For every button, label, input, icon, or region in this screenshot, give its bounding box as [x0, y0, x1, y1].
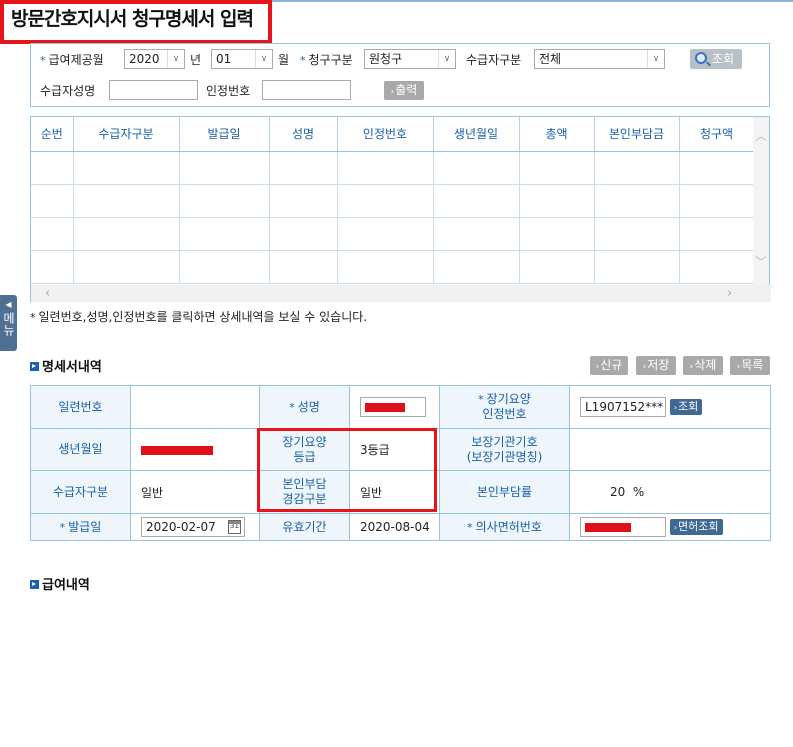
detail-row: 생년월일 장기요양 등급 3등급 보장기관기호 (보장기관명칭)	[30, 428, 771, 471]
cert-no-label: 인정번호	[206, 84, 251, 98]
detail-table: 일련번호 * 성명 * 장기요양 인정번호 L1907152*** ›조회 생년월일 …	[30, 385, 771, 541]
table-row[interactable]	[31, 184, 755, 218]
column-header[interactable]: 청구액	[679, 117, 755, 152]
month-unit: 월	[278, 53, 290, 67]
institution-value	[569, 428, 771, 471]
recipient-type-value: 일반	[130, 470, 260, 514]
detail-row: 일련번호 * 성명 * 장기요양 인정번호 L1907152*** ›조회	[30, 385, 771, 429]
doctor-license-input[interactable]	[580, 517, 666, 537]
doctor-license-label: * 의사면허번호	[439, 513, 570, 541]
search-button[interactable]: 조회	[690, 49, 742, 69]
redacted-birth	[141, 445, 213, 455]
table-row[interactable]	[31, 151, 755, 185]
detail-row: 수급자구분 일반 본인부담 경감구분 일반 본인부담률 20 %	[30, 470, 771, 514]
table-row[interactable]	[31, 217, 755, 251]
column-header[interactable]: 발급일	[179, 117, 270, 152]
reduction-value: 일반	[349, 470, 440, 514]
year-month-label: * 급여제공월	[40, 53, 104, 67]
search-icon	[695, 52, 707, 64]
column-header[interactable]: 생년월일	[433, 117, 520, 152]
vertical-scrollbar[interactable]: ︿ ﹀	[753, 117, 769, 285]
delete-button[interactable]: ›삭제	[683, 356, 723, 375]
year-unit: 년	[190, 53, 202, 67]
grid-help-note: * 일련번호,성명,인정번호를 클릭하면 상세내역을 보실 수 있습니다.	[30, 310, 368, 324]
column-header[interactable]: 본인부담금	[594, 117, 680, 152]
grade-value: 3등급	[349, 428, 440, 471]
side-menu-tab[interactable]: ◀ 메뉴	[0, 295, 17, 351]
chevron-down-icon: ∨	[647, 50, 664, 68]
institution-label: 보장기관기호 (보장기관명칭)	[439, 428, 570, 471]
chevron-down-icon: ∨	[255, 50, 272, 68]
cert-no-input[interactable]	[262, 80, 351, 100]
chevron-left-icon: ◀	[5, 300, 12, 309]
copay-rate-label: 본인부담률	[439, 470, 570, 514]
validity-label: 유효기간	[259, 513, 350, 541]
recipient-type-label: 수급자구분	[466, 53, 522, 67]
result-grid: 순번 수급자구분 발급일 성명 인정번호 생년월일 총액 본인부담금 청구액 ︿…	[30, 116, 771, 302]
column-header[interactable]: 성명	[269, 117, 338, 152]
ltc-cert-search-button[interactable]: ›조회	[669, 399, 703, 415]
column-header[interactable]: 총액	[519, 117, 595, 152]
issue-date-input[interactable]: 2020-02-07 31	[141, 517, 245, 537]
column-header[interactable]: 인정번호	[337, 117, 434, 152]
claim-type-label: * 청구구분	[300, 53, 353, 67]
recipient-type-label: 수급자구분	[30, 470, 131, 514]
copay-rate-value: 20 %	[569, 470, 771, 514]
name-field[interactable]	[349, 385, 440, 429]
list-button[interactable]: ›목록	[730, 356, 770, 375]
chevron-right-icon[interactable]: ›	[727, 285, 732, 302]
recipient-type-select[interactable]: 전체 ∨	[534, 49, 665, 69]
birth-value	[130, 428, 260, 471]
grade-label: 장기요양 등급	[259, 428, 350, 471]
side-menu-label: 메뉴	[1, 312, 16, 336]
table-row[interactable]	[31, 250, 755, 284]
calendar-icon[interactable]: 31	[228, 520, 241, 534]
page-title: 방문간호지시서 청구명세서 입력	[11, 8, 254, 30]
chevron-up-icon[interactable]: ︿	[755, 127, 767, 144]
detail-row: * 발급일 2020-02-07 31 유효기간 2020-08-04 * 의사면허번…	[30, 513, 771, 541]
issue-date-label: * 발급일	[30, 513, 131, 541]
reduction-label: 본인부담 경감구분	[259, 470, 350, 514]
chevron-down-icon: ∨	[167, 50, 184, 68]
redacted-name	[365, 403, 405, 412]
print-button[interactable]: ›출력	[384, 81, 424, 100]
result-table: 순번 수급자구분 발급일 성명 인정번호 생년월일 총액 본인부담금 청구액	[31, 117, 755, 284]
validity-value: 2020-08-04	[349, 513, 440, 541]
chevron-down-icon[interactable]: ﹀	[755, 253, 767, 270]
serial-label: 일련번호	[30, 385, 131, 429]
recipient-name-input[interactable]	[109, 80, 198, 100]
recipient-name-label: 수급자성명	[40, 84, 96, 98]
ltc-cert-cell: L1907152*** ›조회	[569, 385, 771, 429]
ltc-cert-input[interactable]: L1907152***	[580, 397, 666, 417]
claim-type-select[interactable]: 원청구 ∨	[364, 49, 456, 69]
table-header-row: 순번 수급자구분 발급일 성명 인정번호 생년월일 총액 본인부담금 청구액	[31, 117, 755, 152]
ltc-cert-label: * 장기요양 인정번호	[439, 385, 570, 429]
month-select[interactable]: 01 ∨	[211, 49, 273, 69]
license-search-button[interactable]: ›면허조회	[669, 519, 723, 535]
doctor-license-cell: ›면허조회	[569, 513, 771, 541]
issue-date-cell: 2020-02-07 31	[130, 513, 260, 541]
redacted-license	[585, 523, 631, 532]
benefit-section-title: 급여내역	[30, 574, 90, 593]
bullet-arrow-icon	[30, 580, 39, 589]
serial-value	[130, 385, 260, 429]
new-button[interactable]: ›신규	[590, 356, 628, 375]
detail-section-title: 명세서내역	[30, 356, 102, 375]
chevron-down-icon: ∨	[438, 50, 455, 68]
horizontal-scrollbar[interactable]: ‹ ›	[31, 285, 771, 302]
column-header[interactable]: 순번	[31, 117, 74, 152]
birth-label: 생년월일	[30, 428, 131, 471]
chevron-left-icon[interactable]: ‹	[45, 285, 50, 302]
bullet-arrow-icon	[30, 362, 39, 371]
column-header[interactable]: 수급자구분	[73, 117, 180, 152]
save-button[interactable]: ›저장	[636, 356, 676, 375]
year-select[interactable]: 2020 ∨	[124, 49, 185, 69]
name-label: * 성명	[259, 385, 350, 429]
